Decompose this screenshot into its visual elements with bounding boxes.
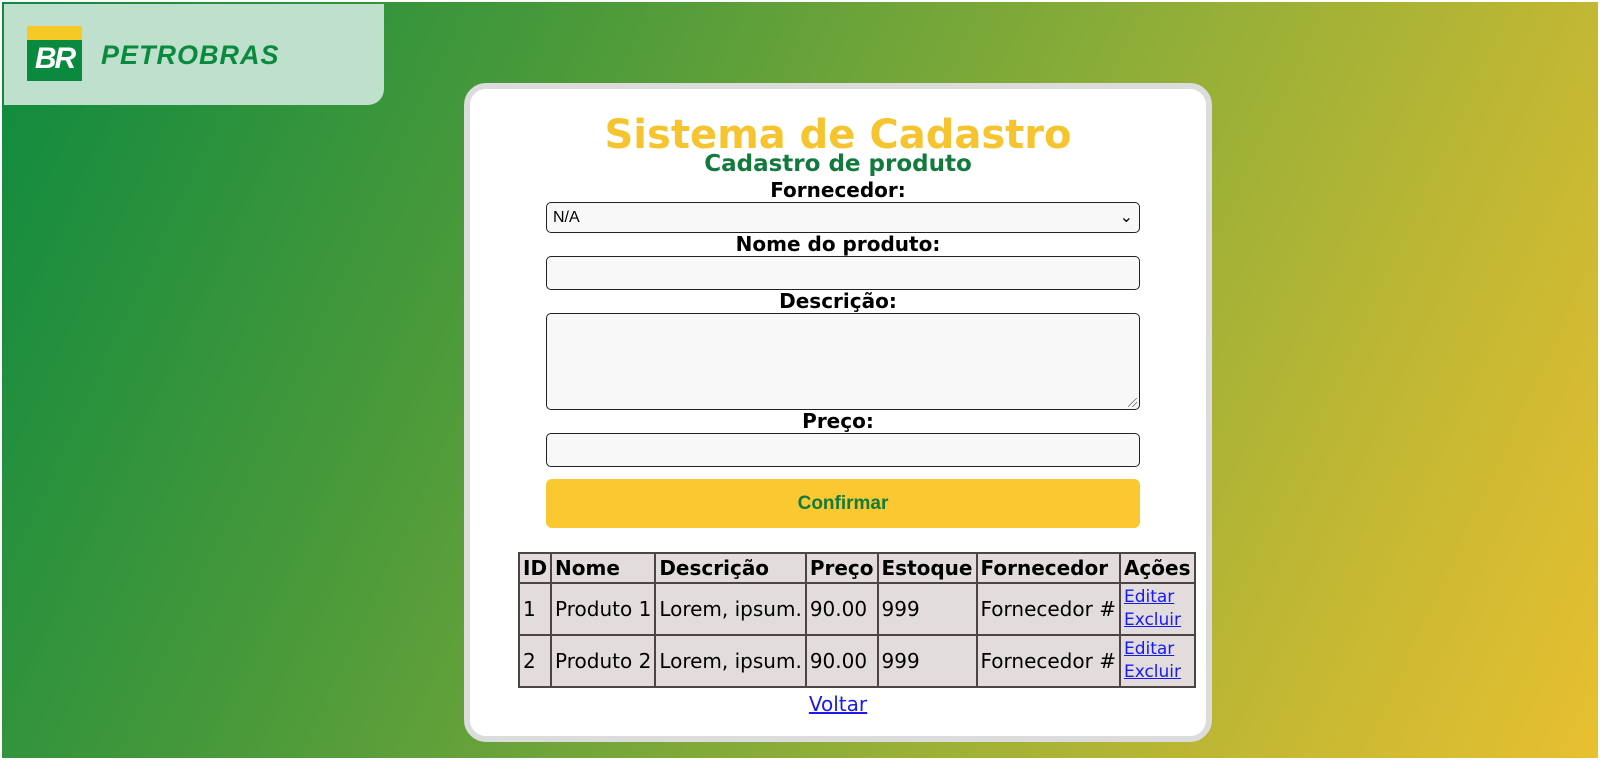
back-link[interactable]: Voltar [809,692,867,716]
cell-description: Lorem, ipsum. [654,634,807,688]
cell-stock: 999 [876,582,978,636]
resize-handle-icon[interactable] [1128,398,1137,407]
supplier-select-value: N/A [553,209,580,226]
cell-id: 2 [517,634,553,688]
header-actions: Ações [1118,552,1196,584]
description-textarea[interactable] [546,313,1140,410]
header-price: Preço [804,552,879,584]
logo-stripe [27,26,82,40]
table-row: 2 Produto 2 Lorem, ipsum. 90.00 999 Forn… [517,634,1196,688]
header-logo-area: BR PETROBRAS [4,4,384,105]
cell-actions: Editar Excluir [1118,634,1196,688]
table-row: 1 Produto 1 Lorem, ipsum. 90.00 999 Forn… [517,582,1196,636]
chevron-down-icon: ⌄ [1119,209,1133,226]
cell-description: Lorem, ipsum. [654,582,807,636]
cell-id: 1 [517,582,553,636]
delete-link[interactable]: Excluir [1124,661,1191,684]
br-logo-icon: BR [27,26,82,81]
page-subtitle: Cadastro de produto [704,151,972,177]
cell-name: Produto 2 [550,634,657,688]
header-id: ID [517,552,553,584]
cell-price: 90.00 [804,582,879,636]
edit-link[interactable]: Editar [1124,638,1191,661]
confirm-button[interactable]: Confirmar [546,479,1140,528]
header-description: Descrição [654,552,807,584]
cell-supplier: Fornecedor # [975,634,1121,688]
header-stock: Estoque [876,552,978,584]
header-supplier: Fornecedor [975,552,1121,584]
price-input[interactable] [546,433,1140,467]
form-card: Sistema de Cadastro Cadastro de produto … [464,83,1212,742]
page-background: BR PETROBRAS Sistema de Cadastro Cadastr… [2,2,1598,758]
brand-name: PETROBRAS [101,40,280,70]
edit-link[interactable]: Editar [1124,586,1191,609]
header-name: Nome [550,552,657,584]
price-label: Preço: [802,409,874,433]
cell-stock: 999 [876,634,978,688]
logo-mark-text: BR [34,42,76,75]
products-table: ID Nome Descrição Preço Estoque Forneced… [517,552,1196,688]
product-name-input[interactable] [546,256,1140,290]
supplier-select[interactable]: N/A ⌄ [546,202,1140,233]
delete-link[interactable]: Excluir [1124,609,1191,632]
cell-name: Produto 1 [550,582,657,636]
back-link-wrap: Voltar [470,691,1206,717]
cell-actions: Editar Excluir [1118,582,1196,636]
cell-price: 90.00 [804,634,879,688]
table-header-row: ID Nome Descrição Preço Estoque Forneced… [517,552,1196,584]
cell-supplier: Fornecedor # [975,582,1121,636]
product-name-label: Nome do produto: [735,232,941,256]
supplier-label: Fornecedor: [770,178,906,202]
description-label: Descrição: [779,289,897,313]
